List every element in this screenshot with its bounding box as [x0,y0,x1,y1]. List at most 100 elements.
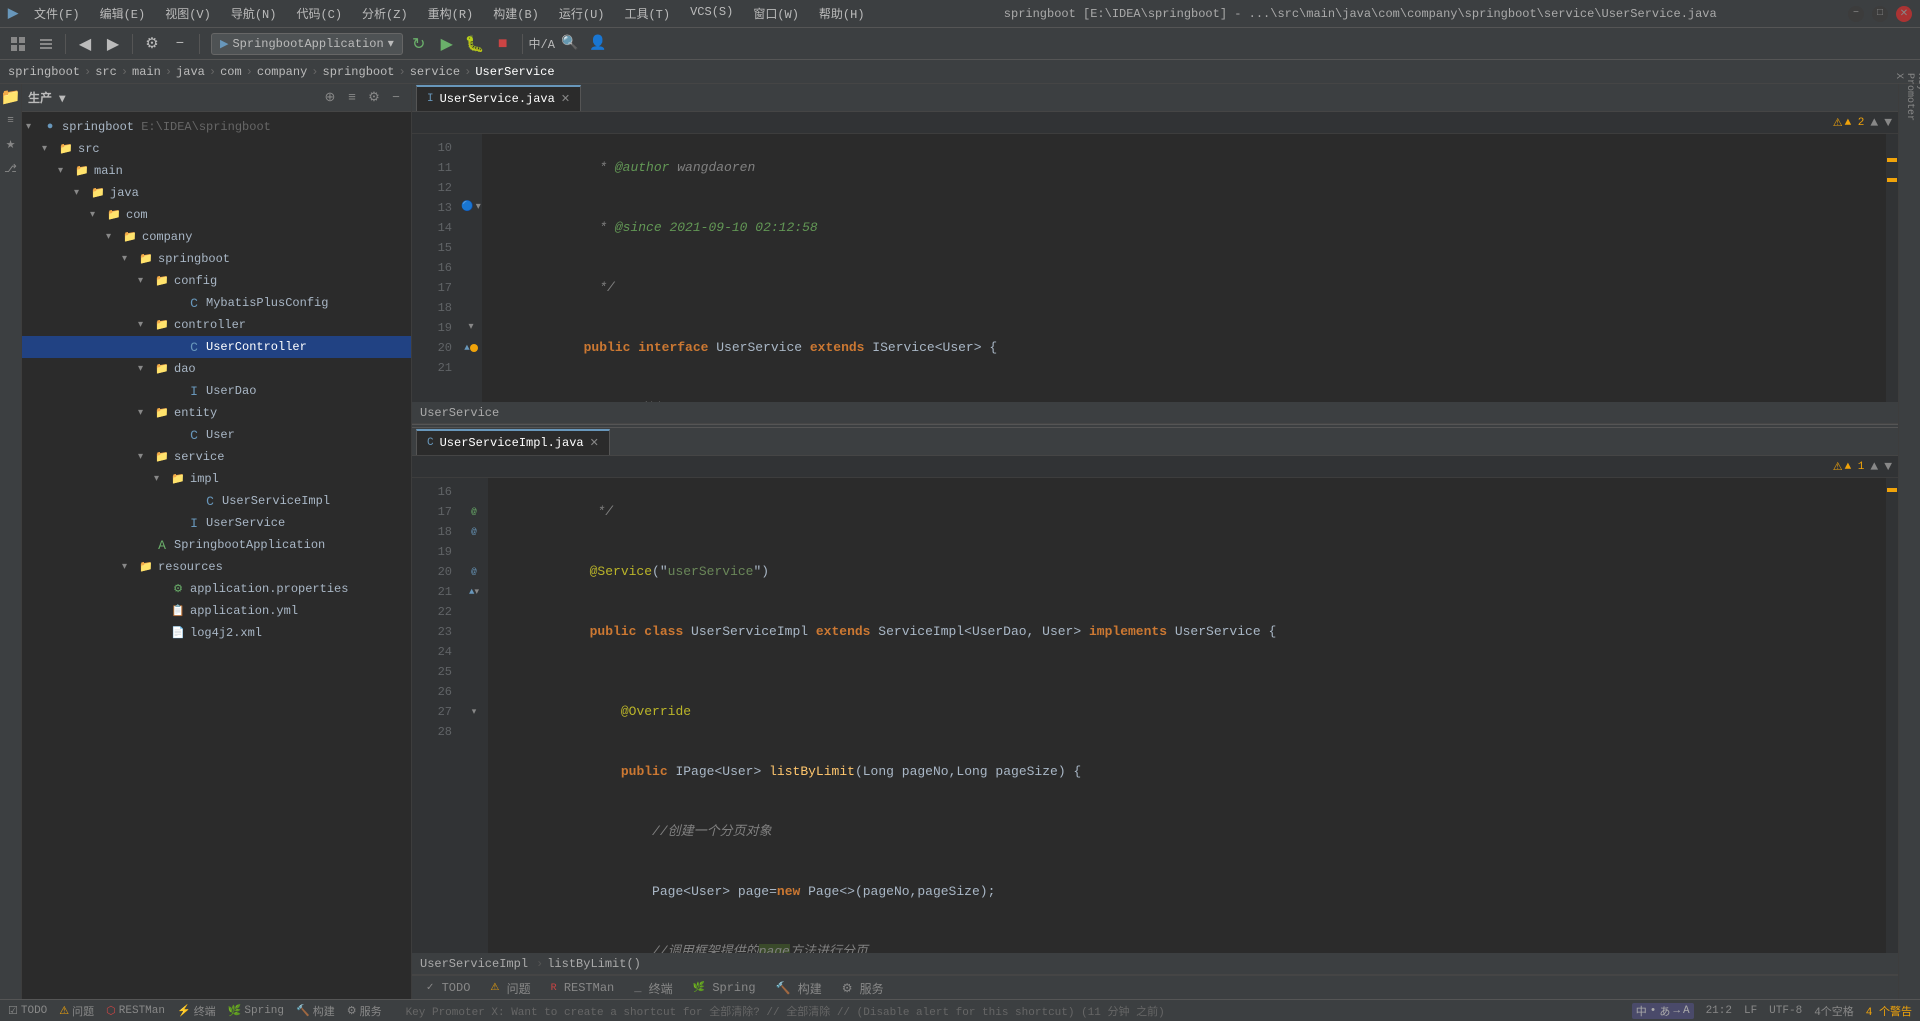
bottom-tab-build[interactable]: 🔨 构建 [766,977,832,999]
menu-nav[interactable]: 导航(N) [223,3,285,24]
tree-resources[interactable]: ▾ 📁 resources [22,556,411,578]
top-code-lines[interactable]: * @author wangdaoren * @since 2021-09-10… [482,134,1886,402]
breadcrumb-springboot[interactable]: springboot [8,65,80,79]
top-nav-up[interactable]: ▲ [1870,115,1878,130]
tree-impl[interactable]: ▾ 📁 impl [22,468,411,490]
menu-analyze[interactable]: 分析(Z) [354,3,416,24]
debug-btn[interactable]: 🐛 [463,32,487,56]
tree-springboot-pkg[interactable]: ▾ 📁 springboot [22,248,411,270]
structure-btn[interactable] [34,32,58,56]
tree-userserviceimpl[interactable]: ▶ C UserServiceImpl [22,490,411,512]
status-problems[interactable]: ⚠ 问题 [59,1003,94,1019]
tree-dao[interactable]: ▾ 📁 dao [22,358,411,380]
project-icon[interactable]: 📁 [2,88,20,106]
project-view-btn[interactable] [6,32,30,56]
tree-mybatisplusconfig[interactable]: ▶ C MybatisPlusConfig [22,292,411,314]
status-warnings[interactable]: 4 个警告 [1866,1003,1912,1019]
status-spaces[interactable]: 4个空格 [1814,1003,1854,1019]
key-promoter-icon[interactable]: Key Promoter X [1901,88,1919,106]
tab-userserviceimpl[interactable]: C UserServiceImpl.java ✕ [416,429,610,455]
tree-config[interactable]: ▾ 📁 config [22,270,411,292]
menu-edit[interactable]: 编辑(E) [92,3,154,24]
breakpoint-dot-20[interactable] [470,344,478,352]
tree-src[interactable]: ▾ 📁 src [22,138,411,160]
menu-help[interactable]: 帮助(H) [811,3,873,24]
status-lf[interactable]: LF [1744,1005,1757,1017]
menu-file[interactable]: 文件(F) [26,3,88,24]
menu-code[interactable]: 代码(C) [288,3,350,24]
tree-springboot[interactable]: ▾ ● springboot E:\IDEA\springboot [22,116,411,138]
bottom-tab-problems[interactable]: ⚠ 问题 [480,977,540,999]
tab-userservice-close[interactable]: ✕ [561,92,570,106]
breadcrumb-com[interactable]: com [220,65,242,79]
run-config-dropdown[interactable]: ▶ SpringbootApplication ▾ [211,33,403,55]
translate-btn[interactable]: 中/A [530,32,554,56]
menu-view[interactable]: 视图(V) [157,3,219,24]
gutter-fold-icon-13[interactable]: ▾ [476,198,481,218]
breadcrumb-java[interactable]: java [176,65,205,79]
gutter-service-icon-17[interactable]: @ [471,502,476,522]
tree-userdao[interactable]: ▶ I UserDao [22,380,411,402]
bottom-tab-restman[interactable]: R RESTMan [541,977,625,999]
menu-build[interactable]: 构建(B) [485,3,547,24]
menu-window[interactable]: 窗口(W) [745,3,807,24]
git-icon[interactable]: ⎇ [2,160,20,178]
panel-options-btn[interactable]: ⚙ [365,89,383,107]
bottom-tab-spring[interactable]: 🌿 Spring [683,977,766,999]
tree-com[interactable]: ▾ 📁 com [22,204,411,226]
status-build[interactable]: 🔨 构建 [296,1003,335,1019]
run-btn[interactable]: ▶ [435,32,459,56]
search-everywhere-btn[interactable]: 🔍 [558,32,582,56]
tree-main[interactable]: ▾ 📁 main [22,160,411,182]
status-encoding[interactable]: UTF-8 [1769,1005,1802,1017]
tree-user[interactable]: ▶ C User [22,424,411,446]
structure-icon[interactable]: ≡ [2,112,20,130]
tree-java[interactable]: ▾ 📁 java [22,182,411,204]
bottom-tab-service[interactable]: ⚙ 服务 [832,977,894,999]
tree-userservice[interactable]: ▶ I UserService [22,512,411,534]
avatar-btn[interactable]: 👤 [586,32,610,56]
minimize-button[interactable]: − [1848,6,1864,22]
breadcrumb-src[interactable]: src [95,65,117,79]
minimize-panel-btn[interactable]: − [168,32,192,56]
close-button[interactable]: ✕ [1896,6,1912,22]
tree-application-properties[interactable]: ▶ ⚙ application.properties [22,578,411,600]
menu-refactor[interactable]: 重构(R) [420,3,482,24]
forward-btn[interactable]: ▶ [101,32,125,56]
breadcrumb-service[interactable]: service [410,65,460,79]
maximize-button[interactable]: □ [1872,6,1888,22]
status-restman[interactable]: ⬡ RESTMan [106,1004,165,1018]
gutter-fold-21[interactable]: ▾ [474,582,479,602]
breadcrumb-company[interactable]: company [257,65,307,79]
menu-vcs[interactable]: VCS(S) [682,3,741,24]
back-btn[interactable]: ◀ [73,32,97,56]
stop-btn[interactable]: ■ [491,32,515,56]
status-todo[interactable]: ☑ TODO [8,1004,47,1018]
bottom-nav-up[interactable]: ▲ [1870,459,1878,474]
tree-application-yaml[interactable]: ▶ 📋 application.yml [22,600,411,622]
top-nav-down[interactable]: ▼ [1884,115,1892,130]
gutter-implement-icon[interactable]: 🔵 [461,198,473,218]
bottom-nav-down[interactable]: ▼ [1884,459,1892,474]
refresh-btn[interactable]: ↻ [407,32,431,56]
breadcrumb-main[interactable]: main [132,65,161,79]
tree-usercontroller[interactable]: ▶ C UserController [22,336,411,358]
status-service[interactable]: ⚙ 服务 [347,1003,382,1019]
locate-file-btn[interactable]: ⊕ [321,89,339,107]
settings-btn[interactable]: ⚙ [140,32,164,56]
tree-company[interactable]: ▾ 📁 company [22,226,411,248]
gutter-class-icon-18[interactable]: @ [471,522,476,542]
status-spring[interactable]: 🌿 Spring [228,1004,284,1018]
tree-entity[interactable]: ▾ 📁 entity [22,402,411,424]
gutter-fold-27[interactable]: ▾ [472,702,477,722]
tree-log4j2[interactable]: ▶ 📄 log4j2.xml [22,622,411,644]
status-terminal[interactable]: ⚡ 终端 [177,1003,216,1019]
tree-controller[interactable]: ▾ 📁 controller [22,314,411,336]
breadcrumb-userservice[interactable]: UserService [475,65,554,79]
bottom-tab-todo[interactable]: ✓ TODO [416,977,480,999]
favorites-icon[interactable]: ★ [2,136,20,154]
tab-userserviceimpl-close[interactable]: ✕ [590,436,599,450]
tab-userservice[interactable]: I UserService.java ✕ [416,85,581,111]
breadcrumb-springboot-pkg[interactable]: springboot [323,65,395,79]
collapse-all-btn[interactable]: ≡ [343,89,361,107]
